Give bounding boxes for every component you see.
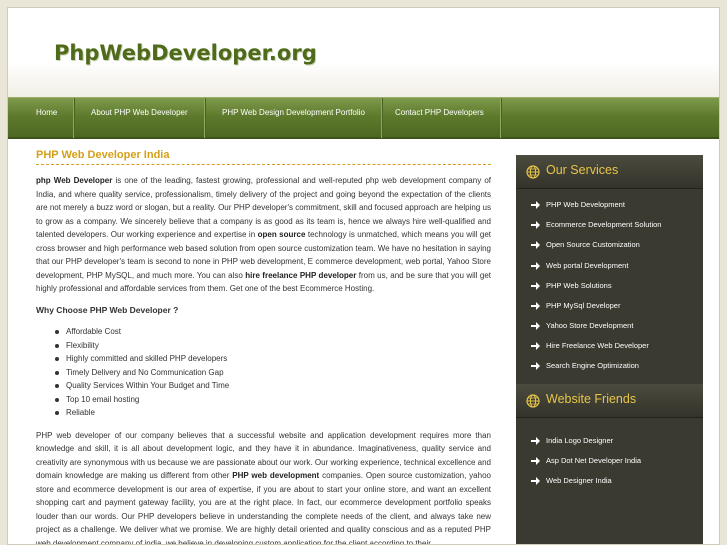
page-container: PhpWebDeveloper.org Home About PHP Web D… — [7, 7, 720, 545]
sidebar: Our Services PHP Web Development Ecommer… — [516, 155, 703, 544]
php-web-development-link[interactable]: PHP web development — [232, 471, 319, 480]
nav-about[interactable]: About PHP Web Developer — [74, 98, 206, 138]
list-item-text: Flexibility — [66, 340, 99, 350]
arrow-right-icon — [531, 477, 540, 485]
list-item-text: Reliable — [66, 408, 95, 417]
intro-bold-2: open source — [257, 230, 306, 239]
site-header: PhpWebDeveloper.org — [8, 8, 719, 97]
why-choose-list: Affordable Cost Flexibility Highly commi… — [55, 325, 491, 420]
list-item: Highly committed and skilled PHP develop… — [55, 352, 491, 366]
service-label: Yahoo Store Development — [546, 321, 634, 330]
service-label: PHP MySql Developer — [546, 301, 621, 310]
service-label: Hire Freelance Web Developer — [546, 341, 649, 350]
arrow-right-icon — [531, 322, 540, 330]
main-navigation: Home About PHP Web Developer PHP Web Des… — [8, 97, 719, 139]
service-link-open-source[interactable]: Open Source Customization — [516, 235, 703, 255]
bullet-icon — [55, 330, 59, 334]
service-label: Search Engine Optimization — [546, 361, 639, 370]
service-link-yahoo-store[interactable]: Yahoo Store Development — [516, 316, 703, 336]
list-item: Timely Delivery and No Communication Gap — [55, 366, 491, 380]
arrow-right-icon — [531, 437, 540, 445]
list-item: Quality Services Within Your Budget and … — [55, 379, 491, 393]
list-item: Flexibility — [55, 339, 491, 353]
bullet-icon — [55, 397, 59, 402]
why-choose-heading: Why Choose PHP Web Developer ? — [36, 304, 179, 315]
arrow-right-icon — [531, 282, 540, 290]
service-link-mysql[interactable]: PHP MySql Developer — [516, 296, 703, 316]
service-link-php-solutions[interactable]: PHP Web Solutions — [516, 276, 703, 296]
arrow-right-icon — [531, 221, 540, 229]
hire-freelance-link[interactable]: hire freelance PHP developer — [245, 271, 356, 280]
friend-label: Asp Dot Net Developer India — [546, 456, 642, 465]
globe-icon — [526, 165, 540, 179]
service-link-seo[interactable]: Search Engine Optimization — [516, 356, 703, 376]
service-link-ecommerce[interactable]: Ecommerce Development Solution — [516, 215, 703, 235]
nav-portfolio[interactable]: PHP Web Design Development Portfolio — [205, 98, 383, 138]
friends-header: Website Friends — [516, 384, 703, 418]
service-label: Open Source Customization — [546, 240, 640, 249]
bullet-icon — [55, 384, 59, 388]
service-label: PHP Web Solutions — [546, 281, 612, 290]
arrow-right-icon — [531, 457, 540, 465]
arrow-right-icon — [531, 262, 540, 270]
list-item-text: Top 10 email hosting — [66, 394, 140, 404]
friend-link-asp-dot-net[interactable]: Asp Dot Net Developer India — [516, 451, 703, 471]
service-label: PHP Web Development — [546, 200, 625, 209]
list-item-text: Affordable Cost — [66, 327, 121, 336]
list-item: Affordable Cost — [55, 325, 491, 339]
bullet-icon — [55, 343, 59, 348]
friend-link-web-designer[interactable]: Web Designer India — [516, 471, 703, 491]
main-content: PHP Web Developer India php Web Develope… — [36, 148, 491, 545]
friends-title: Website Friends — [546, 392, 637, 406]
intro-paragraph: php Web Developer is one of the leading,… — [36, 174, 491, 296]
site-logo[interactable]: PhpWebDeveloper.org — [54, 41, 317, 65]
dev-text-2: companies. Open source customization, ya… — [36, 471, 491, 545]
bullet-icon — [55, 357, 59, 361]
list-item: Reliable — [55, 406, 491, 420]
arrow-right-icon — [531, 342, 540, 350]
arrow-right-icon — [531, 201, 540, 209]
list-item-text: Highly committed and skilled PHP develop… — [66, 354, 228, 363]
arrow-right-icon — [531, 362, 540, 370]
globe-icon — [526, 394, 540, 408]
intro-bold-1: php Web Developer — [36, 176, 113, 185]
list-item-text: Quality Services Within Your Budget and … — [66, 381, 230, 390]
service-link-hire-freelance[interactable]: Hire Freelance Web Developer — [516, 336, 703, 356]
service-link-web-portal[interactable]: Web portal Development — [516, 256, 703, 276]
friend-label: Web Designer India — [546, 476, 612, 485]
bullet-icon — [55, 411, 59, 415]
friend-label: India Logo Designer — [546, 436, 614, 445]
arrow-right-icon — [531, 302, 540, 310]
services-header: Our Services — [516, 155, 703, 189]
service-label: Web portal Development — [546, 261, 629, 270]
page-title: PHP Web Developer India — [36, 148, 491, 165]
nav-contact[interactable]: Contact PHP Developers — [378, 98, 502, 138]
development-paragraph: PHP web developer of our company believe… — [36, 429, 491, 545]
arrow-right-icon — [531, 241, 540, 249]
list-item-text: Timely Delivery and No Communication Gap — [66, 367, 224, 377]
list-item: Top 10 email hosting — [55, 393, 491, 407]
bullet-icon — [55, 370, 59, 375]
nav-home[interactable]: Home — [19, 98, 76, 138]
services-title: Our Services — [546, 163, 619, 177]
friend-link-india-logo[interactable]: India Logo Designer — [516, 431, 703, 451]
service-label: Ecommerce Development Solution — [546, 220, 662, 229]
service-link-php-web-development[interactable]: PHP Web Development — [516, 195, 703, 215]
